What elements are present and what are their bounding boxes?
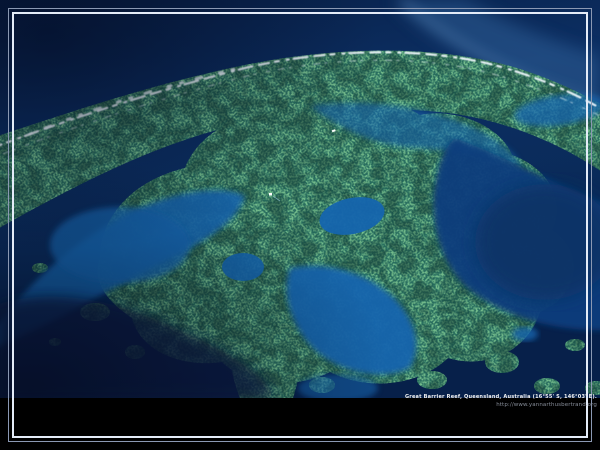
caption-url: http://www.yannarthusbertrand.org [405,401,597,409]
caption-location: Great Barrier Reef, Queensland, Australi… [405,393,597,401]
wallpaper-canvas: Great Barrier Reef, Queensland, Australi… [0,0,600,450]
vignette-bottom-left [0,0,600,398]
reef-aerial-photo [0,0,600,398]
caption: Great Barrier Reef, Queensland, Australi… [405,393,597,409]
